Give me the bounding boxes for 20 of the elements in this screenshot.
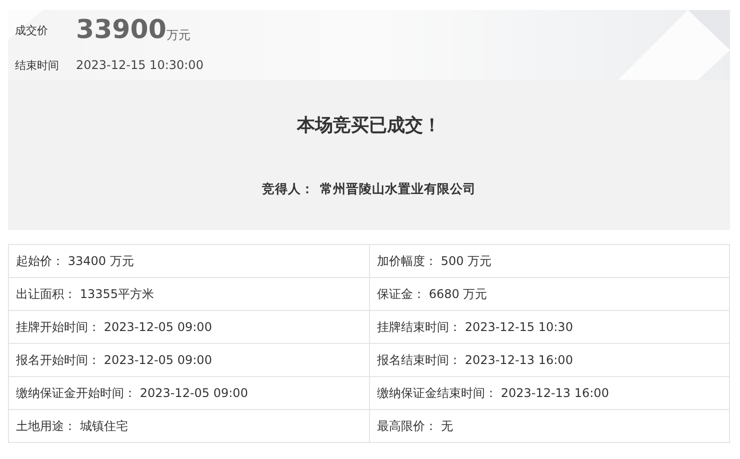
table-cell: 最高限价： 无 — [370, 410, 730, 442]
table-cell: 报名结束时间： 2023-12-13 16:00 — [370, 344, 730, 376]
result-title: 本场竞买已成交！ — [297, 114, 441, 137]
table-cell: 加价幅度： 500 万元 — [370, 244, 730, 278]
table-cell: 挂牌开始时间： 2023-12-05 09:00 — [8, 310, 370, 344]
table-cell: 缴纳保证金开始时间： 2023-12-05 09:00 — [8, 376, 370, 410]
price-label: 成交价 — [15, 22, 49, 38]
table-cell: 挂牌结束时间： 2023-12-15 10:30 — [370, 310, 730, 344]
winner-name: 常州晋陵山水置业有限公司 — [320, 181, 476, 198]
table-cell: 起始价： 33400 万元 — [8, 244, 370, 278]
end-time: 2023-12-15 10:30:00 — [76, 58, 204, 72]
table-cell: 保证金： 6680 万元 — [370, 278, 730, 310]
end-time-label: 结束时间 — [15, 58, 60, 72]
table-cell: 缴纳保证金结束时间： 2023-12-13 16:00 — [370, 376, 730, 410]
table-cell: 土地用途： 城镇住宅 — [8, 410, 370, 442]
deal-price: 33900 — [76, 15, 166, 45]
table-cell: 出让面积： 13355平方米 — [8, 278, 370, 310]
winner-label: 竞得人： — [262, 181, 314, 198]
table-cell: 报名开始时间： 2023-12-05 09:00 — [8, 344, 370, 376]
price-unit: 万元 — [166, 26, 190, 44]
